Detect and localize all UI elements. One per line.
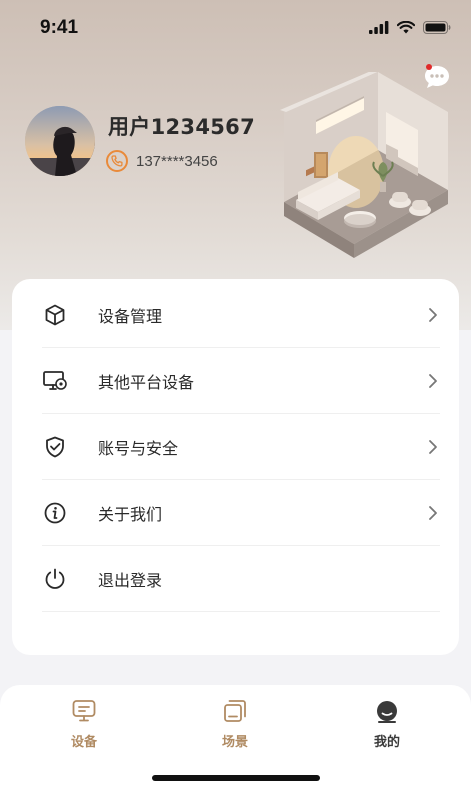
menu-item-label: 关于我们 — [98, 505, 163, 524]
menu-item-about-us[interactable]: 关于我们 — [42, 480, 440, 546]
scene-icon — [221, 697, 249, 725]
tab-label: 设备 — [70, 735, 97, 750]
signal-icon — [369, 21, 389, 34]
avatar[interactable] — [25, 106, 95, 176]
tab-scenes[interactable]: 场景 — [195, 697, 275, 757]
username: 用户1234567 — [108, 115, 255, 139]
settings-menu-card: 设备管理 其他平台设备 账号与安全 关于我们 退出登录 — [12, 279, 459, 655]
home-indicator[interactable] — [152, 775, 320, 781]
chevron-right-icon — [429, 506, 437, 520]
wifi-icon — [397, 21, 415, 34]
tab-label: 场景 — [221, 735, 248, 750]
menu-item-label: 设备管理 — [98, 307, 163, 326]
tab-profile[interactable]: 我的 — [347, 697, 427, 757]
info-icon — [42, 500, 68, 526]
chevron-right-icon — [429, 308, 437, 322]
menu-item-label: 退出登录 — [98, 571, 163, 590]
notification-dot — [426, 64, 432, 70]
menu-item-logout[interactable]: 退出登录 — [42, 546, 440, 612]
room-illustration — [268, 68, 464, 270]
phone-number: 137****3456 — [136, 152, 218, 170]
divider — [42, 611, 440, 612]
chevron-right-icon — [429, 440, 437, 454]
power-icon — [42, 566, 68, 592]
status-icons — [369, 21, 451, 34]
menu-item-device-management[interactable]: 设备管理 — [42, 282, 440, 348]
shield-check-icon — [42, 434, 68, 460]
menu-item-label: 账号与安全 — [98, 439, 179, 458]
tab-label: 我的 — [373, 735, 400, 750]
menu-item-other-platform-devices[interactable]: 其他平台设备 — [42, 348, 440, 414]
battery-icon — [423, 21, 451, 34]
menu-item-account-security[interactable]: 账号与安全 — [42, 414, 440, 480]
tab-devices[interactable]: 设备 — [44, 697, 124, 757]
phone-icon — [106, 150, 128, 172]
phone-row: 137****3456 — [106, 150, 218, 172]
monitor-gear-icon — [42, 368, 68, 394]
device-icon — [70, 697, 98, 725]
menu-item-label: 其他平台设备 — [98, 373, 195, 392]
profile-icon — [373, 697, 401, 725]
status-time: 9:41 — [40, 17, 79, 38]
chevron-right-icon — [429, 374, 437, 388]
cube-icon — [42, 302, 68, 328]
status-bar: 9:41 — [0, 0, 471, 56]
